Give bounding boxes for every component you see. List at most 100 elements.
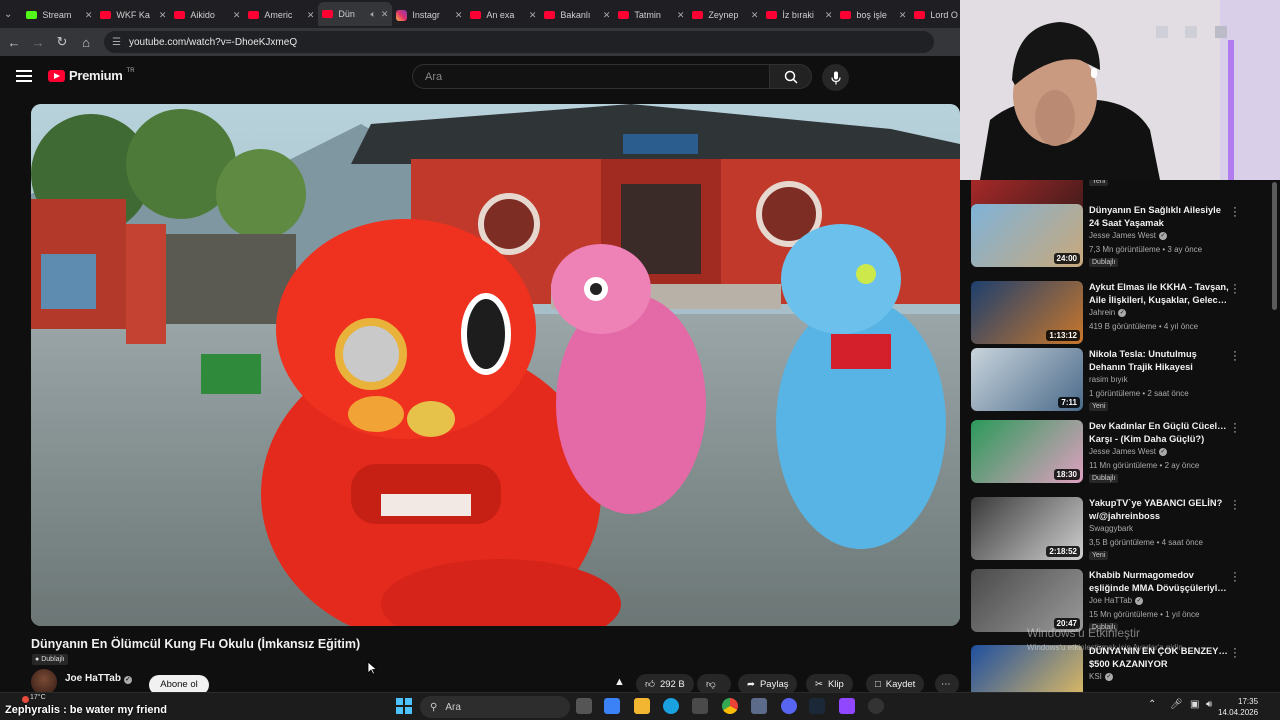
channel-name[interactable]: Joe HaTTab ✓	[65, 673, 132, 684]
video-title-line2[interactable]: $500 KAZANIYOR	[1089, 658, 1229, 671]
reload-icon[interactable]: ↻	[50, 30, 74, 54]
more-vertical-icon[interactable]: · · ·	[1231, 644, 1239, 663]
browser-tab[interactable]: Tatmin ✕	[614, 4, 688, 26]
close-tab-icon[interactable]: ✕	[159, 10, 167, 21]
site-info-icon[interactable]: ☰	[112, 37, 121, 48]
more-vertical-icon[interactable]: · · ·	[1231, 280, 1239, 299]
clip-button[interactable]: ✂ Klip	[806, 674, 853, 694]
video-channel[interactable]: Jesse James West ✓	[1089, 231, 1167, 240]
more-vertical-icon[interactable]: · · ·	[1231, 347, 1239, 366]
search-button[interactable]	[770, 64, 812, 89]
voice-search-button[interactable]	[822, 64, 849, 91]
video-thumbnail[interactable]: 24:00	[971, 204, 1083, 267]
video-title[interactable]: Khabib Nurmagomedov	[1089, 569, 1229, 582]
browser-tab[interactable]: Dün 🔈︎ ✕	[318, 2, 393, 26]
more-vertical-icon[interactable]: · · ·	[1231, 419, 1239, 438]
share-button[interactable]: ➦ Paylaş	[738, 674, 798, 694]
steam-icon[interactable]	[809, 698, 825, 714]
app-icon[interactable]	[751, 698, 767, 714]
video-channel[interactable]: Joe HaTTab ✓	[1089, 596, 1144, 605]
task-view-icon[interactable]	[576, 698, 592, 714]
video-channel[interactable]: rasim bıyık	[1089, 375, 1128, 384]
browser-tab[interactable]: Stream ✕	[22, 4, 96, 26]
tray-chevron-icon[interactable]: ⌃	[1148, 699, 1156, 710]
close-tab-icon[interactable]: ✕	[825, 10, 833, 21]
video-thumbnail[interactable]: 18:30	[971, 420, 1083, 483]
close-tab-icon[interactable]: ✕	[751, 10, 759, 21]
browser-tab[interactable]: An exa ✕	[466, 4, 540, 26]
close-tab-icon[interactable]: ✕	[85, 10, 93, 21]
video-title-line2[interactable]: eşliğinde MMA Dövüşçüleriyle...	[1089, 582, 1229, 595]
browser-tab[interactable]: Bakanlı ✕	[540, 4, 614, 26]
widgets-icon[interactable]	[604, 698, 620, 714]
volume-icon[interactable]: 🔊︎	[1206, 699, 1212, 710]
video-thumbnail[interactable]: 1:13:12	[971, 281, 1083, 344]
search-input[interactable]: Ara	[412, 64, 770, 89]
browser-tab[interactable]: Zeynep ✕	[688, 4, 762, 26]
more-vertical-icon[interactable]: · · ·	[1231, 203, 1239, 222]
browser-tab[interactable]: boş işle ✕	[836, 4, 910, 26]
browser-tab[interactable]: İz bıraki ✕	[762, 4, 836, 26]
hype-icon[interactable]: ▲	[614, 676, 625, 688]
microphone-tray-icon[interactable]: 🎤︎	[1170, 699, 1183, 710]
close-tab-icon[interactable]: ✕	[529, 10, 537, 21]
dislike-button[interactable]: 👎︎	[697, 674, 731, 694]
home-icon[interactable]: ⌂	[74, 30, 98, 54]
store-icon[interactable]	[692, 698, 708, 714]
discord-icon[interactable]	[781, 698, 797, 714]
network-icon[interactable]: ▣	[1190, 699, 1199, 710]
video-title-line2[interactable]: Aile İlişkileri, Kuşaklar, Gelece...	[1089, 294, 1229, 307]
address-bar[interactable]: ☰ youtube.com/watch?v=-DhoeKJxmeQ	[104, 31, 934, 53]
video-thumbnail[interactable]	[971, 645, 1083, 692]
browser-tab[interactable]: Aikido ✕	[170, 4, 244, 26]
video-title-line2[interactable]: Karşı - (Kim Daha Güçlü?)	[1089, 433, 1229, 446]
forward-arrow-icon[interactable]: →	[26, 30, 50, 54]
close-tab-icon[interactable]: ✕	[677, 10, 685, 21]
menu-icon[interactable]	[16, 70, 32, 82]
video-channel[interactable]: Jesse James West ✓	[1089, 447, 1167, 456]
twitch-icon[interactable]	[839, 698, 855, 714]
obs-icon[interactable]	[868, 698, 884, 714]
close-tab-icon[interactable]: ✕	[381, 9, 389, 20]
browser-tab[interactable]: Americ ✕	[244, 4, 318, 26]
video-thumbnail[interactable]: 7:11	[971, 348, 1083, 411]
video-title-line2[interactable]: Dehanın Trajik Hikayesi	[1089, 361, 1229, 374]
close-tab-icon[interactable]: ✕	[455, 10, 463, 21]
video-title-line2[interactable]: 24 Saat Yaşamak	[1089, 217, 1229, 230]
close-tab-icon[interactable]: ✕	[899, 10, 907, 21]
youtube-logo[interactable]: Premium TR	[48, 68, 135, 83]
chrome-icon[interactable]	[722, 698, 738, 714]
more-actions-button[interactable]: ⋯	[935, 674, 959, 694]
video-title[interactable]: Nikola Tesla: Unutulmuş	[1089, 348, 1229, 361]
taskbar-clock[interactable]: 17:35 14.04.2026	[1218, 696, 1258, 718]
file-explorer-icon[interactable]	[634, 698, 650, 714]
speaker-icon[interactable]: 🔈︎	[370, 9, 375, 20]
edge-icon[interactable]	[663, 698, 679, 714]
video-title[interactable]: YakupTV`ye YABANCI GELİN?	[1089, 497, 1229, 510]
back-arrow-icon[interactable]: ←	[2, 30, 26, 54]
video-thumbnail[interactable]: 2:18:52	[971, 497, 1083, 560]
more-vertical-icon[interactable]: · · ·	[1231, 496, 1239, 515]
video-channel[interactable]: Swaggybark	[1089, 524, 1133, 533]
close-tab-icon[interactable]: ✕	[603, 10, 611, 21]
video-channel[interactable]: KSI ✓	[1089, 672, 1113, 681]
video-title-line2[interactable]: w/@jahreinboss	[1089, 510, 1229, 523]
like-button[interactable]: 👍︎ 292 B	[636, 674, 694, 694]
video-title[interactable]: Dünyanın En Sağlıklı Ailesiyle	[1089, 204, 1229, 217]
save-button[interactable]: □ Kaydet	[866, 674, 925, 694]
taskbar-search[interactable]: ⚲ Ara	[420, 696, 570, 718]
close-tab-icon[interactable]: ✕	[233, 10, 241, 21]
close-tab-icon[interactable]: ✕	[307, 10, 315, 21]
sidebar-scrollbar[interactable]	[1272, 182, 1277, 310]
browser-tab[interactable]: WKF Ka ✕	[96, 4, 170, 26]
video-player[interactable]	[31, 104, 960, 626]
video-channel[interactable]: Jahrein ✓	[1089, 308, 1127, 317]
tab-search-icon[interactable]: ⌄	[4, 6, 12, 22]
video-title[interactable]: Dev Kadınlar En Güçlü Cücelere	[1089, 420, 1229, 433]
windows-start-icon[interactable]	[396, 698, 412, 714]
video-thumbnail[interactable]: 20:47	[971, 569, 1083, 632]
video-title[interactable]: Aykut Elmas ile KKHA - Tavşan,	[1089, 281, 1229, 294]
more-vertical-icon[interactable]: · · ·	[1231, 568, 1239, 587]
weather-temperature[interactable]: 17°C	[30, 694, 46, 701]
browser-tab[interactable]: Instagr ✕	[392, 4, 466, 26]
